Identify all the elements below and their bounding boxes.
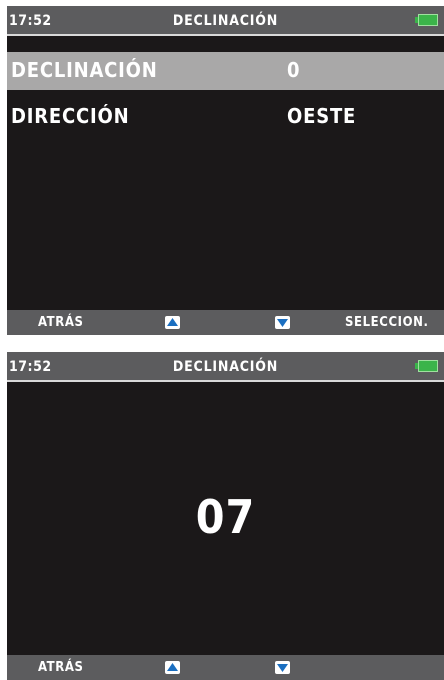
menu-item-value: OESTE	[287, 104, 357, 128]
screen-title: DECLINACIÓN	[172, 13, 279, 29]
softkey-bar: ATRÁS	[7, 655, 444, 680]
back-softkey[interactable]: ATRÁS	[38, 660, 84, 675]
back-softkey[interactable]: ATRÁS	[38, 315, 84, 330]
declination-value-screen: 17:52 DECLINACIÓN 07 ATRÁS	[7, 352, 444, 680]
menu-item-value: 0	[287, 58, 301, 82]
screen-title: DECLINACIÓN	[172, 359, 279, 375]
menu-item-label: DIRECCIÓN	[11, 104, 130, 128]
battery-icon	[418, 360, 438, 372]
arrow-down-icon[interactable]	[275, 661, 290, 674]
battery-icon	[418, 14, 438, 26]
arrow-up-icon[interactable]	[165, 661, 180, 674]
arrow-up-icon[interactable]	[165, 316, 180, 329]
status-bar: 17:52 DECLINACIÓN	[7, 6, 444, 36]
declination-value: 07	[195, 490, 256, 544]
arrow-down-icon[interactable]	[275, 316, 290, 329]
menu-item-direction[interactable]: DIRECCIÓN OESTE	[7, 98, 444, 136]
status-bar: 17:52 DECLINACIÓN	[7, 352, 444, 382]
softkey-bar: ATRÁS SELECCION.	[7, 310, 444, 335]
select-softkey[interactable]: SELECCION.	[345, 315, 429, 330]
declination-menu-screen: 17:52 DECLINACIÓN DECLINACIÓN 0 DIRECCIÓ…	[7, 6, 444, 335]
menu-item-label: DECLINACIÓN	[11, 58, 158, 82]
menu-item-declination[interactable]: DECLINACIÓN 0	[7, 52, 444, 90]
